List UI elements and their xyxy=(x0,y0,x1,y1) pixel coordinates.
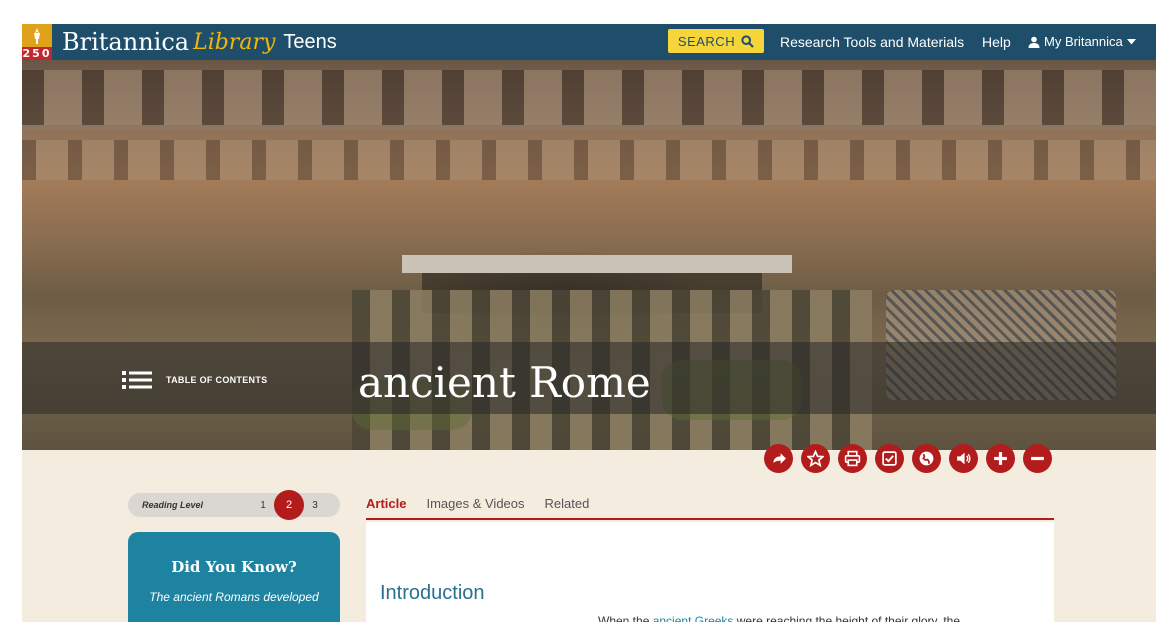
audio-icon xyxy=(957,452,971,465)
did-you-know-panel: Did You Know? The ancient Romans develop… xyxy=(128,532,340,622)
list-icon xyxy=(122,371,152,389)
increase-font-button[interactable] xyxy=(986,444,1015,473)
my-britannica-label: My Britannica xyxy=(1044,34,1123,49)
article-actions xyxy=(764,444,1052,473)
my-britannica-menu[interactable]: My Britannica xyxy=(1028,34,1136,49)
article-body: Introduction When the ancient Greeks wer… xyxy=(366,522,1054,622)
did-you-know-title: Did You Know? xyxy=(171,558,297,576)
app-frame: 250 Britannica Library Teens SEARCH Rese… xyxy=(22,24,1156,622)
search-label: SEARCH xyxy=(677,33,736,49)
print-icon xyxy=(844,450,861,467)
translate-button[interactable] xyxy=(912,444,941,473)
article-first-line: When the ancient Greeks were reaching th… xyxy=(598,614,960,622)
tab-related[interactable]: Related xyxy=(545,496,590,518)
save-to-list-button[interactable] xyxy=(875,444,904,473)
checklist-icon xyxy=(882,451,897,466)
chevron-down-icon xyxy=(1126,38,1136,44)
brand-name[interactable]: Britannica xyxy=(62,28,189,56)
did-you-know-text: The ancient Romans developed xyxy=(149,590,319,604)
top-navigation-bar: 250 Britannica Library Teens SEARCH Rese… xyxy=(22,24,1156,60)
toc-label: TABLE OF CONTENTS xyxy=(166,375,268,385)
share-icon xyxy=(773,453,786,464)
reading-level-3[interactable]: 3 xyxy=(304,500,326,511)
search-button[interactable]: SEARCH xyxy=(668,29,764,53)
tab-images-videos[interactable]: Images & Videos xyxy=(426,496,524,518)
user-icon xyxy=(1028,36,1040,48)
table-of-contents-button[interactable]: TABLE OF CONTENTS xyxy=(122,370,267,390)
brand-edition[interactable]: Teens xyxy=(283,31,336,54)
reading-level-label: Reading Level xyxy=(142,500,204,510)
share-button[interactable] xyxy=(764,444,793,473)
brand-library[interactable]: Library xyxy=(193,30,275,55)
listen-button[interactable] xyxy=(949,444,978,473)
nav-research-tools[interactable]: Research Tools and Materials xyxy=(780,34,964,50)
reading-level-1[interactable]: 1 xyxy=(252,500,274,511)
favorite-button[interactable] xyxy=(801,444,830,473)
tab-article[interactable]: Article xyxy=(366,496,406,518)
print-button[interactable] xyxy=(838,444,867,473)
section-heading-introduction: Introduction xyxy=(380,582,485,604)
nav-help[interactable]: Help xyxy=(982,34,1011,50)
zoom-in-icon xyxy=(994,452,1007,465)
logo-number: 250 xyxy=(22,47,52,60)
search-icon xyxy=(741,34,754,48)
zoom-out-icon xyxy=(1031,456,1044,461)
decrease-font-button[interactable] xyxy=(1023,444,1052,473)
star-icon xyxy=(807,450,824,467)
reading-level-selector: Reading Level 1 2 3 xyxy=(128,490,340,520)
britannica-250-logo[interactable]: 250 xyxy=(22,24,52,60)
thistle-icon xyxy=(34,28,40,44)
article-tabs: Article Images & Videos Related xyxy=(366,496,1054,520)
link-ancient-greeks[interactable]: ancient Greeks xyxy=(653,614,734,622)
globe-icon xyxy=(919,451,934,466)
page-title: ancient Rome xyxy=(358,358,651,407)
reading-level-2[interactable]: 2 xyxy=(274,490,304,520)
